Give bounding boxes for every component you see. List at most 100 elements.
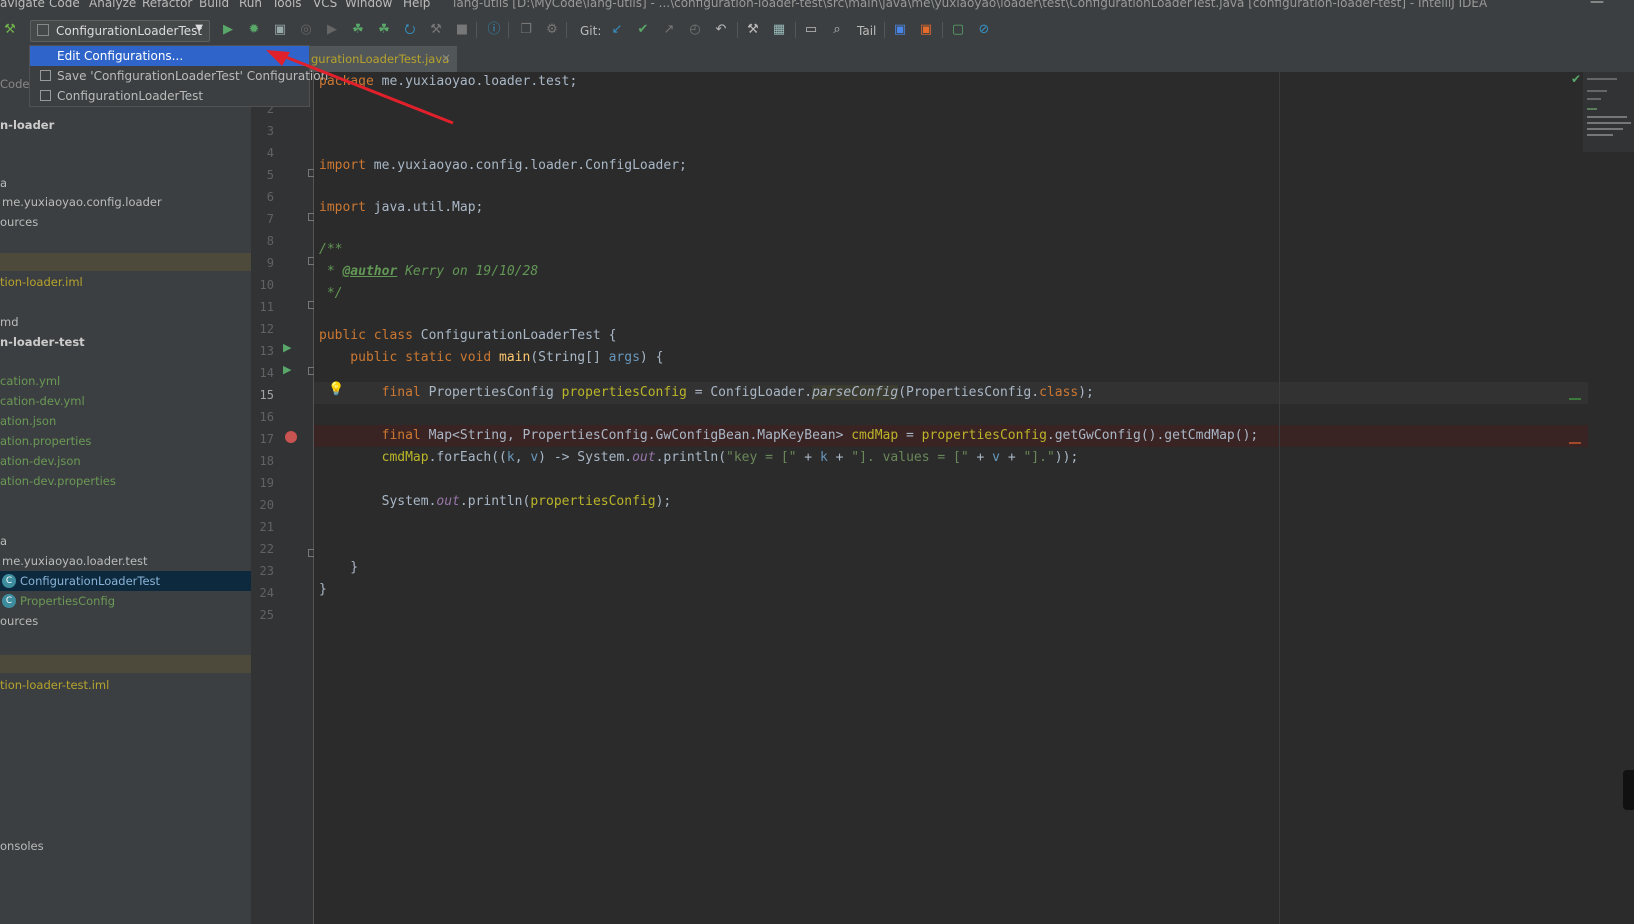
tree-item[interactable]: ources (0, 611, 251, 631)
tree-item[interactable]: ation.properties (0, 431, 251, 451)
line-number: 16 (259, 410, 274, 424)
git-push-icon[interactable]: ↗ (661, 22, 677, 38)
line-number: 8 (266, 234, 274, 248)
tree-item[interactable]: ation-dev.properties (0, 471, 251, 491)
tree-item[interactable]: tion-loader-test.iml (0, 675, 251, 695)
line-number: 25 (259, 608, 274, 622)
help-icon[interactable]: ⓘ (486, 22, 502, 38)
menu-tools[interactable]: Tools (272, 0, 302, 10)
menu-window[interactable]: Window (345, 0, 392, 10)
tail-button[interactable]: Tail (857, 24, 876, 38)
tree-item[interactable]: C PropertiesConfig (0, 591, 251, 611)
tree-item[interactable]: me.yuxiaoyao.loader.test (0, 551, 251, 571)
tree-item[interactable]: n-loader-test (0, 332, 251, 352)
copy-icon[interactable]: ❐ (518, 22, 534, 38)
tree-item[interactable]: a (0, 531, 251, 551)
toolbar-separator (737, 22, 738, 38)
jrebel-debug-icon[interactable]: ☘ (376, 22, 392, 38)
menu-run[interactable]: Run (239, 0, 262, 10)
save-configuration-item[interactable]: Save 'ConfigurationLoaderTest' Configura… (30, 66, 328, 86)
chevron-down-icon: ▼ (195, 23, 203, 34)
tree-item[interactable]: onsoles (0, 836, 251, 856)
run-icon[interactable]: ▶ (220, 22, 236, 38)
tree-item[interactable]: tion-loader.iml (0, 272, 251, 292)
tree-item-selected[interactable]: C ConfigurationLoaderTest (0, 571, 251, 591)
tree-item[interactable]: a (0, 173, 251, 193)
stop-icon[interactable]: ■ (454, 22, 470, 38)
run-config-dropdown: Edit Configurations... Save 'Configurati… (29, 45, 328, 107)
code-minimap[interactable] (1583, 72, 1634, 152)
code-editor[interactable]: package me.yuxiaoyao.loader.test; import… (314, 72, 1588, 924)
code-line: final PropertiesConfig propertiesConfig … (319, 385, 1094, 400)
tree-item[interactable]: md (0, 312, 251, 332)
minimap-line (1587, 134, 1613, 136)
lightbulb-icon[interactable]: 💡 (328, 382, 344, 397)
code-line: */ (319, 286, 343, 301)
git-update-icon[interactable]: ↙ (609, 22, 625, 38)
save-icon (40, 70, 51, 81)
configuration-item[interactable]: ConfigurationLoaderTest (30, 86, 309, 106)
tree-item[interactable]: n-loader (0, 115, 251, 135)
breakpoint-icon[interactable] (285, 431, 297, 443)
toolbar-separator (795, 22, 796, 38)
menu-analyze[interactable]: Analyze (89, 0, 136, 10)
menu-navigate[interactable]: avigate (0, 0, 45, 10)
run-gutter-icon[interactable]: ▶ (283, 341, 291, 354)
edit-configurations-item[interactable]: Edit Configurations... (30, 46, 309, 66)
right-margin-guide (1279, 72, 1280, 924)
config-icon (40, 90, 51, 101)
line-number: 7 (266, 212, 274, 226)
hammer-icon[interactable]: ⚒ (428, 22, 444, 38)
monitor-icon[interactable]: ▢ (950, 22, 966, 38)
line-number: 22 (259, 542, 274, 556)
translate-office-icon[interactable]: ▣ (918, 22, 934, 38)
wrench-icon[interactable]: ⚒ (745, 22, 761, 38)
tree-item[interactable] (0, 253, 251, 271)
coverage-icon[interactable]: ▣ (272, 22, 288, 38)
line-number: 17 (259, 432, 274, 446)
attach-icon[interactable]: ▶ (324, 22, 340, 38)
tree-item[interactable]: me.yuxiaoyao.config.loader (0, 192, 251, 212)
update-icon[interactable]: ⭮ (402, 22, 418, 38)
menu-vcs[interactable]: VCS (313, 0, 337, 10)
line-number: 20 (259, 498, 274, 512)
settings-icon[interactable]: ⚙ (544, 22, 560, 38)
menu-build[interactable]: Build (199, 0, 229, 10)
tree-item[interactable]: ation.json (0, 411, 251, 431)
menu-help[interactable]: Help (403, 0, 430, 10)
menu-refactor[interactable]: Refactor (142, 0, 192, 10)
run-gutter-icon[interactable]: ▶ (283, 363, 291, 376)
git-commit-icon[interactable]: ✔ (635, 22, 651, 38)
build-hammer-icon[interactable]: ⚒ (2, 22, 18, 38)
power-save-icon[interactable]: ⊘ (976, 22, 992, 38)
editor-tab-bar: gurationLoaderTest.java × (251, 46, 1634, 73)
profile-icon[interactable]: ◎ (298, 22, 314, 38)
side-handle[interactable] (1623, 770, 1634, 810)
tree-item[interactable]: ation-dev.json (0, 451, 251, 471)
tab-label: gurationLoaderTest.java (311, 52, 450, 66)
minimize-icon[interactable]: — (1590, 0, 1604, 10)
line-number: 23 (259, 564, 274, 578)
class-icon: C (2, 594, 16, 608)
translate-google-icon[interactable]: ▣ (892, 22, 908, 38)
search-icon[interactable]: ⌕ (829, 22, 845, 38)
menu-code[interactable]: Code (49, 0, 80, 10)
run-configuration-selector[interactable]: ConfigurationLoaderTest ▼ (30, 20, 210, 42)
tree-item[interactable]: cation-dev.yml (0, 391, 251, 411)
tree-item[interactable]: ources (0, 212, 251, 232)
revert-icon[interactable]: ↶ (713, 22, 729, 38)
tree-item[interactable] (0, 655, 251, 673)
toolbar-separator (476, 22, 477, 38)
close-icon[interactable]: × (441, 51, 451, 65)
inspection-ok-icon[interactable]: ✔ (1571, 72, 1581, 86)
line-number: 9 (266, 256, 274, 270)
code-line: import me.yuxiaoyao.config.loader.Config… (319, 158, 687, 173)
history-icon[interactable]: ◴ (687, 22, 703, 38)
project-structure-icon[interactable]: ▦ (771, 22, 787, 38)
terminal-icon[interactable]: ▭ (803, 22, 819, 38)
jrebel-run-icon[interactable]: ☘ (350, 22, 366, 38)
tree-item[interactable]: cation.yml (0, 371, 251, 391)
line-number: 3 (266, 124, 274, 138)
code-line: } (319, 560, 359, 575)
debug-icon[interactable]: ✹ (246, 22, 262, 38)
